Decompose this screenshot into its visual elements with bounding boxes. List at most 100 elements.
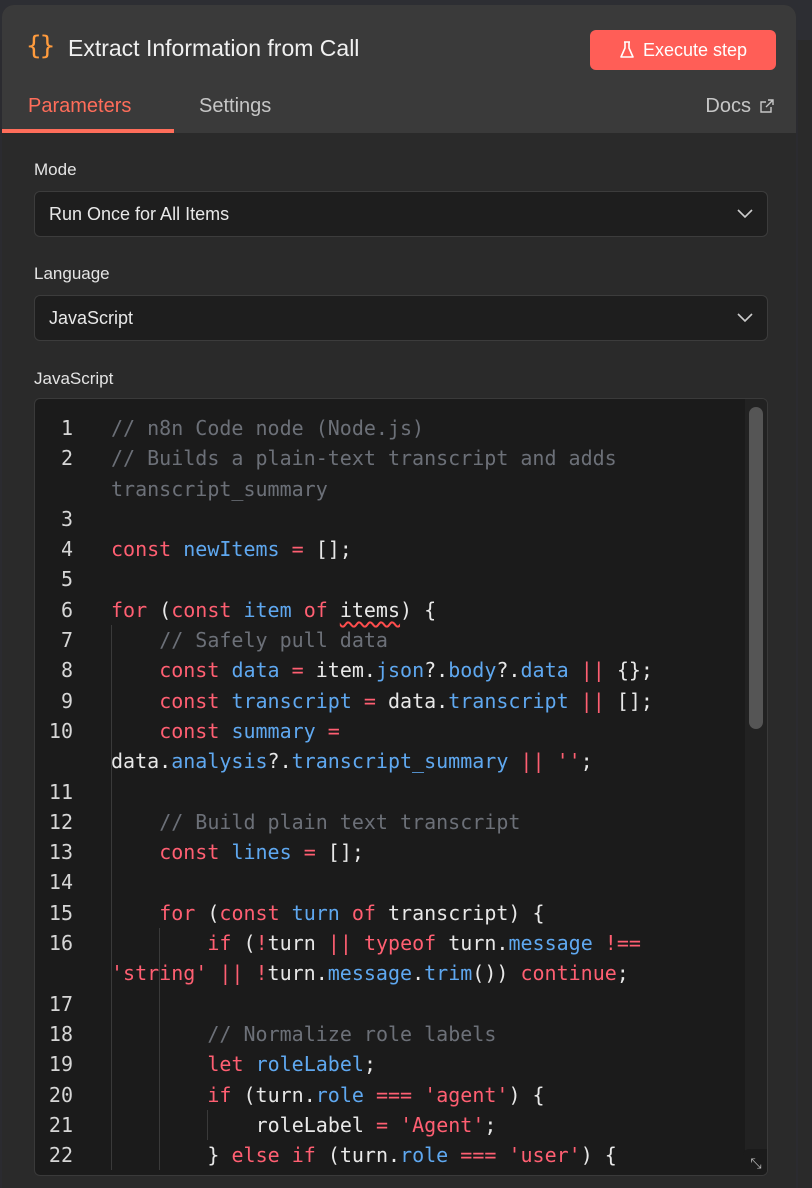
line-number: 7 (60, 628, 73, 653)
code-keyword: || (568, 658, 617, 683)
indent-guide (111, 928, 112, 959)
mode-value: Run Once for All Items (49, 203, 230, 224)
code-keyword: const (219, 900, 292, 925)
code-token: {}; (616, 658, 653, 683)
indent-guide (159, 1109, 161, 1141)
line-number: 1 (60, 416, 73, 440)
code-keyword: || ! (207, 961, 268, 986)
indent-guide (159, 1140, 161, 1171)
language-value: JavaScript (49, 307, 134, 328)
chevron-down-icon (737, 209, 753, 219)
indent-guide (111, 1018, 112, 1050)
code-string: 'agent' (424, 1082, 509, 1107)
scrollbar-thumb[interactable] (749, 407, 763, 729)
line-number: 4 (60, 537, 73, 562)
execute-step-button[interactable]: Execute step (590, 30, 776, 70)
code-text: } else if (turn.role === 'user') { (207, 1140, 616, 1170)
node-title[interactable]: Extract Information from Call (68, 35, 359, 62)
code-token: } (207, 1143, 232, 1168)
active-tab-indicator (2, 129, 174, 133)
code-token: data. (387, 688, 449, 713)
code-identifier: message (508, 931, 593, 956)
line-number: 17 (48, 991, 73, 1016)
code-token: data. (111, 749, 172, 774)
indent-guide (159, 1079, 161, 1110)
code-token: ; (363, 1052, 376, 1077)
code-string: 'user' (508, 1143, 581, 1168)
code-keyword: for (111, 597, 160, 622)
line-number: 18 (48, 1021, 73, 1046)
line-number: 14 (48, 870, 73, 895)
code-identifier: data (231, 658, 280, 683)
indent-guide (111, 1079, 112, 1110)
code-keyword: const (159, 840, 232, 865)
code-text: if (turn.role === 'agent') { (207, 1080, 544, 1110)
code-token: turn. (267, 961, 328, 986)
line-number: 21 (48, 1112, 73, 1137)
code-keyword: = (351, 688, 388, 713)
code-token: ()) (472, 961, 521, 986)
indent-guide (111, 1109, 112, 1141)
code-text: for (const item of items) { (111, 595, 436, 625)
line-number: 5 (60, 567, 73, 592)
code-keyword: !== (592, 931, 641, 956)
code-keyword: const (159, 658, 232, 683)
code-text: let roleLabel; (207, 1049, 376, 1079)
code-token: turn. (448, 931, 509, 956)
code-keyword: = (279, 658, 316, 683)
code-keyword: || (508, 749, 557, 774)
line-number: 9 (60, 688, 73, 713)
code-identifier: role (315, 1082, 364, 1107)
code-token: []; (616, 688, 653, 713)
panel-header: {} Extract Information from Call Execute… (2, 5, 796, 133)
code-identifier: summary (231, 718, 316, 743)
code-text: if (!turn || typeof turn.message !== (207, 928, 641, 958)
indent-guide (159, 1018, 161, 1050)
code-token: roleLabel (255, 1112, 364, 1137)
tab-parameters[interactable]: Parameters (28, 95, 131, 118)
code-comment: // Normalize role labels (207, 1021, 497, 1046)
tab-settings[interactable]: Settings (199, 95, 271, 118)
code-token: ) { (580, 1143, 617, 1168)
code-token: ?. (496, 658, 521, 683)
indent-guide (159, 1049, 161, 1080)
indent-guide (111, 685, 112, 716)
code-text: data.analysis?.transcript_summary || ''; (111, 746, 593, 776)
code-identifier: role (400, 1143, 449, 1168)
code-keyword: else if (231, 1143, 328, 1168)
code-token: items (339, 597, 401, 622)
docs-link[interactable]: Docs (705, 95, 774, 118)
indent-guide (111, 1049, 112, 1080)
indent-guide (159, 928, 161, 959)
code-text: for (const turn of transcript) { (159, 898, 544, 928)
code-comment: // Safely pull data (159, 628, 388, 653)
code-editor[interactable]: 1 // n8n Code node (Node.js) 2 // Builds a … (34, 398, 768, 1176)
code-keyword: || typeof (315, 931, 449, 956)
indent-guide (111, 897, 112, 929)
code-keyword: if (207, 1082, 244, 1107)
code-token: ) { (400, 597, 437, 622)
mode-select[interactable]: Run Once for All Items (34, 191, 768, 237)
line-number: 6 (60, 597, 73, 622)
code-keyword: ! (255, 931, 268, 956)
node-details-panel: {} Extract Information from Call Execute… (2, 5, 796, 1188)
code-keyword: const (171, 597, 244, 622)
code-keyword: for (159, 900, 208, 925)
code-keyword: = (315, 718, 340, 743)
indent-guide (159, 988, 161, 1019)
code-keyword: = (291, 840, 328, 865)
line-number: 20 (48, 1082, 73, 1107)
code-identifier: trim (424, 961, 473, 986)
code-comment: // n8n Code node (Node.js) (111, 416, 425, 440)
code-text: const lines = []; (159, 837, 364, 867)
expand-editor-icon[interactable]: ⤡ (743, 1149, 767, 1175)
code-text: 'string' || !turn.message.trim()) contin… (111, 958, 629, 988)
editor-scrollbar[interactable] (745, 399, 767, 1175)
code-comment: // Build plain text transcript (159, 809, 521, 834)
indent-guide (111, 867, 112, 898)
language-select[interactable]: JavaScript (34, 295, 768, 341)
code-keyword: = (279, 537, 316, 562)
indent-guide (111, 715, 112, 747)
code-text: const summary = (159, 716, 340, 746)
code-text: // Safely pull data (159, 625, 388, 655)
